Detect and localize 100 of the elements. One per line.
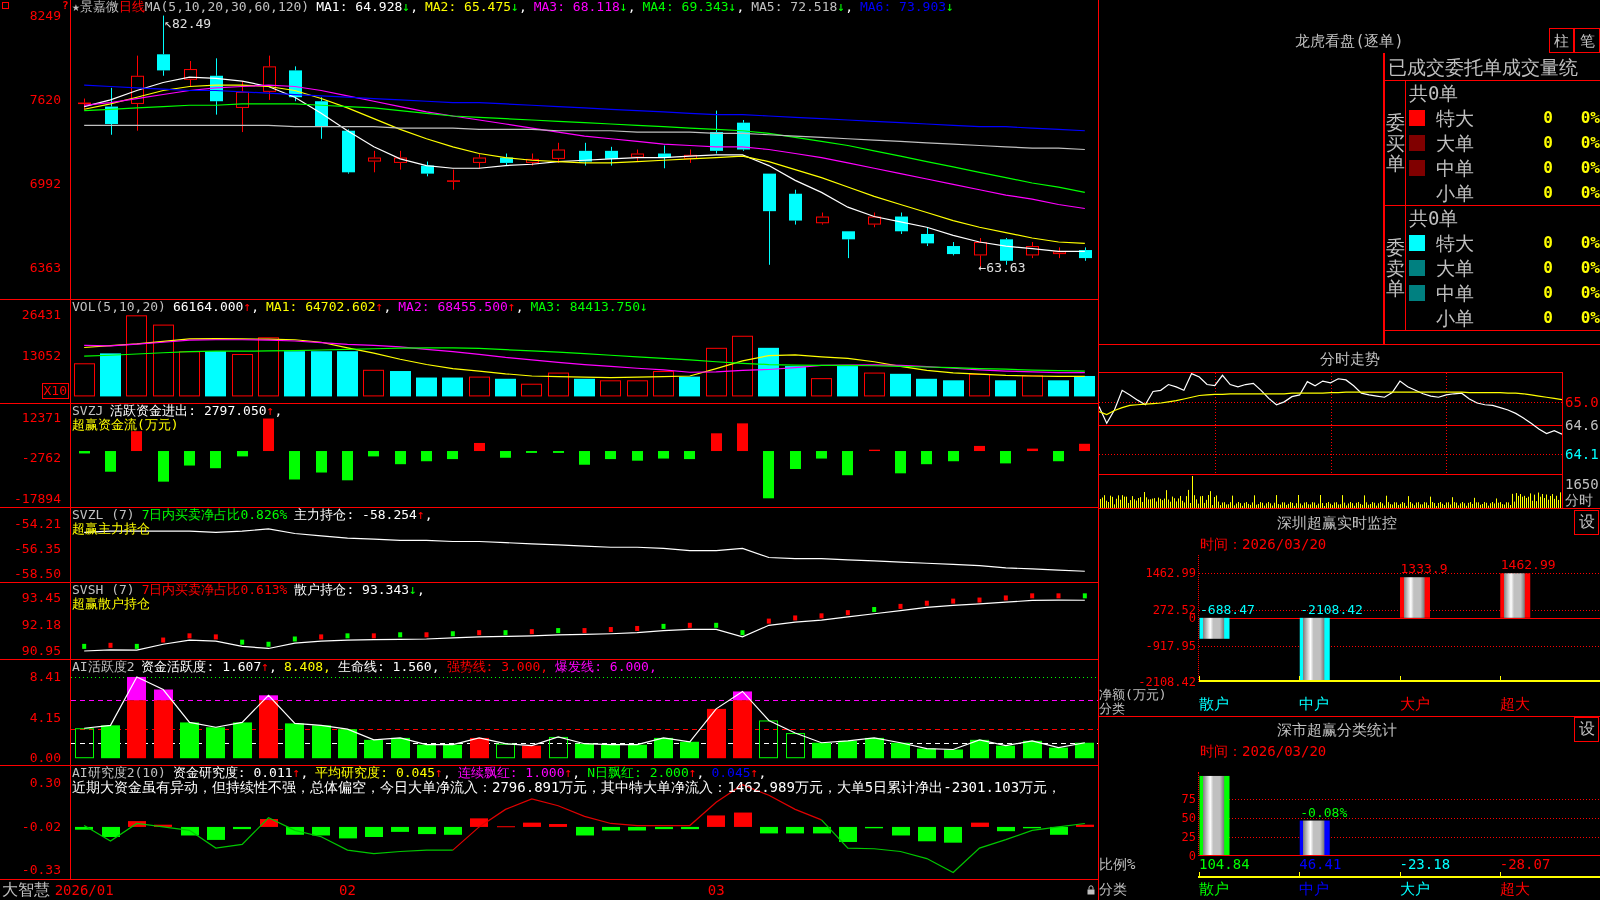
fund-flow-bar bbox=[316, 451, 327, 473]
trend-arrow: ↑, bbox=[261, 660, 277, 674]
data-label: -688.47 bbox=[1200, 602, 1255, 617]
order-type-label: 特大 bbox=[1436, 232, 1474, 255]
indicator-value: MA6: 73.903 bbox=[859, 0, 947, 14]
research-bar bbox=[576, 826, 594, 836]
point-marker bbox=[977, 597, 982, 603]
research-bar bbox=[418, 826, 436, 835]
bar-note: -0.08% bbox=[1300, 805, 1348, 820]
indicator-value: MA4: 69.343 bbox=[642, 0, 729, 14]
category-label: 散户 bbox=[1199, 881, 1229, 898]
fund-flow-bar bbox=[210, 451, 221, 469]
fund-flow-bar bbox=[711, 433, 722, 452]
point-marker bbox=[898, 603, 903, 609]
fund-flow-bar bbox=[474, 442, 485, 452]
research-bar bbox=[181, 826, 199, 836]
net-amount-bar bbox=[1199, 617, 1230, 639]
research-bar bbox=[944, 826, 962, 843]
volume-axis-label: 分时 bbox=[1565, 493, 1593, 508]
category-label: 超大 bbox=[1499, 696, 1530, 713]
candlestick bbox=[868, 212, 881, 228]
point-marker bbox=[766, 618, 771, 624]
fund-flow-bar bbox=[79, 451, 90, 454]
settings-button[interactable]: 设 bbox=[1574, 717, 1599, 742]
axis-label: 25 bbox=[1181, 832, 1196, 841]
axis-label: 0.30 bbox=[29, 775, 61, 790]
point-marker bbox=[951, 598, 956, 604]
candlestick bbox=[658, 145, 671, 169]
point-marker bbox=[1003, 595, 1008, 601]
order-share: 0% bbox=[1580, 258, 1600, 278]
trend-arrow: ↓, bbox=[511, 0, 527, 14]
indicator-value: MA2: 68455.500 bbox=[398, 300, 508, 314]
point-marker bbox=[556, 628, 561, 634]
indicator-note: 超赢散户持仓 bbox=[72, 597, 150, 611]
indicator-name: AI研究度2(10) bbox=[72, 766, 166, 780]
order-type-label: 特大 bbox=[1436, 107, 1474, 130]
order-share: 0% bbox=[1580, 157, 1600, 178]
axis-label: -917.95 bbox=[1145, 641, 1196, 650]
fund-flow-bar bbox=[1053, 451, 1064, 462]
axis-label: -2762 bbox=[21, 451, 61, 466]
research-bar bbox=[734, 812, 752, 827]
candlestick bbox=[921, 226, 934, 247]
data-label: 104.84 bbox=[1199, 856, 1250, 872]
order-share: 0% bbox=[1580, 182, 1600, 203]
order-count: 0 bbox=[1543, 258, 1553, 278]
panel-title: 深市超赢分类统计 bbox=[1276, 720, 1397, 739]
candlestick bbox=[105, 87, 118, 136]
indicator-value: 活跃资金进出: 2797.050 bbox=[110, 404, 267, 418]
fund-flow-bar bbox=[790, 451, 801, 470]
square-icon bbox=[2, 2, 9, 9]
candlestick bbox=[684, 149, 697, 164]
time-label: 时间：2026/03/20 bbox=[1200, 536, 1327, 552]
trend-arrow: ↑, bbox=[507, 300, 524, 314]
fund-flow-bar bbox=[605, 451, 616, 460]
fund-flow-bar bbox=[1027, 448, 1038, 452]
trend-arrow: ↑, bbox=[750, 766, 767, 780]
fund-flow-bar bbox=[895, 451, 906, 474]
fund-flow-bar bbox=[1000, 451, 1011, 464]
fund-flow-bar bbox=[921, 451, 932, 465]
axis-label: 1462.99 bbox=[1145, 569, 1196, 578]
axis-label: 13052 bbox=[21, 349, 61, 363]
research-bar bbox=[391, 826, 409, 832]
fund-flow-bar bbox=[816, 451, 827, 459]
axis-label: 0 bbox=[1188, 852, 1196, 860]
point-marker bbox=[292, 636, 297, 642]
point-marker bbox=[266, 641, 271, 647]
research-bar bbox=[655, 826, 673, 830]
trend-arrow: ↓, bbox=[409, 583, 425, 597]
trend-arrow: ↓, bbox=[837, 0, 853, 14]
settings-button[interactable]: 设 bbox=[1574, 510, 1599, 535]
point-marker bbox=[793, 615, 798, 621]
order-share: 0% bbox=[1580, 108, 1600, 129]
trend-arrow: ↓, bbox=[728, 0, 745, 14]
point-marker bbox=[1056, 593, 1061, 599]
axis-label: 92.18 bbox=[21, 617, 61, 632]
research-bar bbox=[154, 824, 172, 827]
order-count: 0 bbox=[1543, 182, 1553, 203]
indicator-name: SVZJ bbox=[72, 404, 104, 418]
research-bar bbox=[628, 826, 646, 831]
trend-arrow: ↑, bbox=[292, 766, 309, 780]
view-button[interactable]: 柱 bbox=[1549, 28, 1574, 53]
indicator-value: 7日内买卖净占比0.826% bbox=[141, 508, 288, 522]
indicator-note: 超赢资金流(万元) bbox=[72, 418, 179, 432]
candlestick bbox=[579, 142, 592, 167]
indicator-value: 资金研究度: 0.011 bbox=[172, 766, 293, 780]
research-bar bbox=[233, 826, 251, 830]
axis-label: 93.45 bbox=[21, 590, 61, 605]
candlestick bbox=[631, 149, 644, 163]
point-marker bbox=[608, 627, 613, 633]
point-marker bbox=[424, 632, 429, 638]
axis-label: 4.15 bbox=[29, 711, 61, 726]
axis-label: 8249 bbox=[29, 8, 61, 23]
view-button[interactable]: 笔 bbox=[1574, 28, 1600, 53]
time-label: 时间：2026/03/20 bbox=[1200, 743, 1327, 759]
help-mark[interactable]: ? bbox=[62, 0, 69, 11]
axis-title: 净额(万元) bbox=[1099, 688, 1167, 702]
research-bar bbox=[444, 826, 462, 835]
indicator-name: VOL(5,10,20) bbox=[72, 300, 166, 314]
candlestick bbox=[342, 128, 355, 175]
volume-scale-label: 1650 bbox=[1565, 477, 1599, 492]
